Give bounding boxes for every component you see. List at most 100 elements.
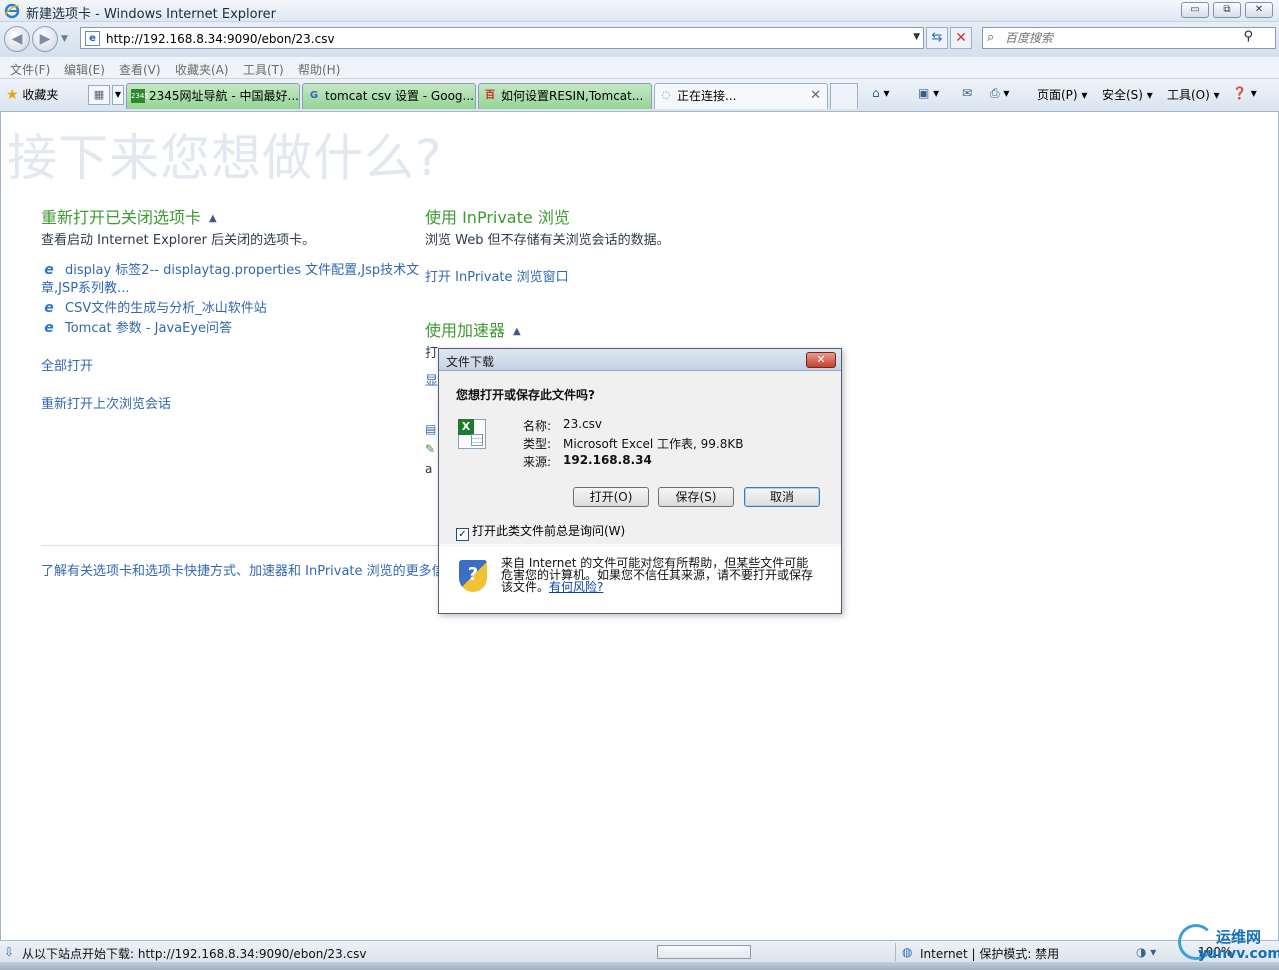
inprivate-section-title: 使用 InPrivate 浏览 [425,208,570,227]
status-bar: ⇩ 从以下站点开始下载: http://192.168.8.34:9090/eb… [0,940,1279,962]
tools-menu[interactable]: 工具(O) ▾ [1167,86,1220,103]
print-button[interactable]: ⎙ ▾ [990,86,1009,101]
address-url[interactable]: http://192.168.8.34:9090/ebon/23.csv [106,32,335,46]
restore-button[interactable]: ⧉ [1213,2,1241,18]
globe-icon: ◍ [902,945,913,959]
warning-line-3: 该文件。有何风险? [501,581,821,593]
popup-blocker-icon[interactable]: ◑ ▾ [1136,945,1156,959]
security-zone[interactable]: ◍ Internet | 保护模式: 禁用 [895,943,1125,961]
menu-favorites[interactable]: 收藏夹(A) [175,61,229,78]
closed-tab-link-1[interactable]: e display 标签2-- displaytag.properties 文件配… [41,259,419,278]
cancel-button[interactable]: 取消 [744,487,820,507]
read-mail-button[interactable]: ✉ [962,86,972,100]
ie-page-icon: e [44,262,54,278]
learn-more-link[interactable]: 了解有关选项卡和选项卡快捷方式、加速器和 InPrivate 浏览的更多信 [41,560,445,579]
mail-icon: ✉ [962,86,973,100]
risk-link[interactable]: 有何风险? [549,580,603,594]
rss-icon: ▣ [918,86,930,100]
warning-panel: ? 来自 Internet 的文件可能对您有所帮助，但某些文件可能 危害您的计算… [439,546,841,613]
always-ask-row: ✓ 打开此类文件前总是询问(W) [456,522,625,541]
type-label: 类型: [523,437,552,451]
tab-2345-icon: 2345 [131,89,149,103]
accelerators-desc: 打 [425,346,439,361]
ie-page-icon: e [44,300,54,316]
from-value: 192.168.8.34 [563,453,652,467]
watermark-line1: 运维网 [1216,928,1262,946]
tab-google[interactable]: G tomcat csv 设置 - Goog... [302,83,476,109]
tab-label: 2345网址导航 - 中国最好... [149,89,299,103]
taskbar-strip [0,962,1279,970]
help-button[interactable]: ❓ ▾ [1232,86,1257,100]
home-button[interactable]: ⌂ ▾ [872,86,889,100]
tab-baidu[interactable]: 百 如何设置RESIN,Tomcat... [478,83,652,109]
menu-help[interactable]: 帮助(H) [298,61,340,78]
file-download-dialog: 文件下载 ✕ 您想打开或保存此文件吗? X 名称: 23.csv 类型: Mic… [438,348,842,614]
minimize-button[interactable]: ▭ [1181,2,1209,18]
new-tab-button[interactable] [830,83,858,109]
search-input[interactable] [1005,30,1245,46]
recent-pages-dropdown[interactable]: ▼ [61,34,68,44]
tab-label: 正在连接... [677,89,737,103]
page-heading: 接下来您想做什么? [7,129,443,187]
page-menu[interactable]: 页面(P) ▾ [1037,86,1087,103]
tab-connecting[interactable]: ◌ 正在连接... ✕ [654,83,828,109]
dialog-close-button[interactable]: ✕ [806,352,836,368]
link-text: Tomcat 参数 - JavaEye问答 [65,321,233,336]
help-icon: ❓ [1232,86,1247,100]
reopen-section-title: 重新打开已关闭选项卡 ▲ [41,204,217,228]
stop-button[interactable]: ✕ [950,27,972,49]
collapse-icon[interactable]: ▲ [209,213,217,224]
accelerator-icon: ▤ [425,422,437,436]
dialog-divider [441,544,839,545]
tab-2345[interactable]: 2345 2345网址导航 - 中国最好... [126,83,300,109]
address-dropdown[interactable]: ▼ [913,32,920,42]
save-button[interactable]: 保存(S) [658,487,734,507]
menu-view[interactable]: 查看(V) [119,61,161,78]
type-value: Microsoft Excel 工作表, 99.8KB [563,437,744,451]
zone-text: Internet | 保护模式: 禁用 [920,947,1060,961]
window-title: 新建选项卡 - Windows Internet Explorer [26,7,276,22]
always-ask-checkbox[interactable]: ✓ [456,528,469,541]
search-box[interactable]: ⌕ ⚲ [982,27,1276,49]
accelerator-icon: ✎ [425,442,436,456]
closed-tab-link-1-cont[interactable]: 章,JSP系列教... [41,277,129,296]
reopen-desc: 查看启动 Internet Explorer 后关闭的选项卡。 [41,233,316,248]
accelerators-link[interactable]: 显 [425,370,438,389]
closed-tab-link-2[interactable]: e CSV文件的生成与分析_冰山软件站 [41,297,266,316]
refresh-button[interactable]: ⇆ [926,27,948,49]
menu-edit[interactable]: 编辑(E) [64,61,105,78]
accelerators-section-title: 使用加速器 ▲ [425,317,521,341]
name-value: 23.csv [563,417,603,431]
dialog-question: 您想打开或保存此文件吗? [456,388,595,402]
page-icon: e [85,31,100,46]
menu-file[interactable]: 文件(F) [10,61,50,78]
tab-list-dropdown[interactable]: ▼ [112,85,124,105]
google-icon: G [309,90,319,101]
download-status-icon: ⇩ [4,945,15,959]
quick-tabs-icon[interactable]: ▦ [88,85,110,105]
tab-close-icon[interactable]: ✕ [810,84,821,108]
forward-button[interactable]: ▶ [32,26,58,52]
link-text: display 标签2-- displaytag.properties 文件配置… [65,263,420,278]
progress-bar [657,945,751,959]
close-button[interactable]: ✕ [1245,2,1273,18]
back-button[interactable]: ◀ [4,26,30,52]
favorites-button[interactable]: ★ 收藏夹 [6,86,58,103]
accelerator-icon: a [425,462,433,476]
open-all-link[interactable]: 全部打开 [41,355,93,374]
open-button[interactable]: 打开(O) [573,487,649,507]
security-shield-icon: ? [459,560,487,592]
feeds-button[interactable]: ▣ ▾ [918,86,939,100]
menu-tools[interactable]: 工具(T) [243,61,284,78]
closed-tab-link-3[interactable]: e Tomcat 参数 - JavaEye问答 [41,317,232,336]
printer-icon: ⎙ [990,86,1000,100]
safety-menu[interactable]: 安全(S) ▾ [1102,86,1153,103]
address-bar[interactable]: e http://192.168.8.34:9090/ebon/23.csv ▼ [80,27,924,49]
collapse-icon[interactable]: ▲ [513,326,521,337]
search-go-icon[interactable]: ⚲ [1243,29,1253,44]
status-text: 从以下站点开始下载: http://192.168.8.34:9090/ebon… [22,947,367,961]
inprivate-desc: 浏览 Web 但不存储有关浏览会话的数据。 [425,233,670,248]
reopen-session-link[interactable]: 重新打开上次浏览会话 [41,393,171,412]
open-inprivate-link[interactable]: 打开 InPrivate 浏览窗口 [425,266,569,285]
menu-bar: 文件(F) 编辑(E) 查看(V) 收藏夹(A) 工具(T) 帮助(H) [0,57,1279,79]
